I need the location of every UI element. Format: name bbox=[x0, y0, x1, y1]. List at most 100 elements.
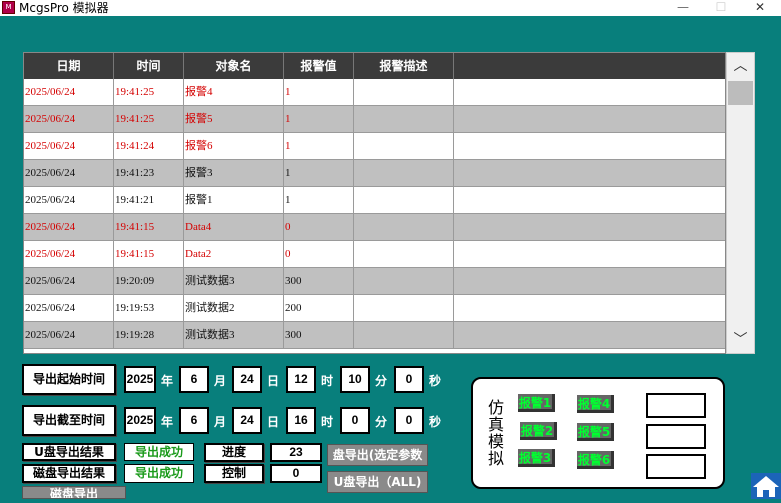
scroll-down-icon[interactable]: ﹀ bbox=[727, 329, 754, 351]
close-button[interactable]: ✕ bbox=[745, 0, 775, 16]
table-row[interactable]: 2025/06/24 19:41:15 Data4 0 bbox=[24, 214, 725, 241]
cell-value: 1 bbox=[284, 133, 354, 159]
table-row[interactable]: 2025/06/24 19:41:24 报警6 1 bbox=[24, 133, 725, 160]
cell-empty bbox=[454, 133, 725, 159]
cell-date: 2025/06/24 bbox=[24, 187, 114, 213]
cell-desc bbox=[354, 79, 454, 105]
table-row[interactable]: 2025/06/24 19:20:09 测试数据3 300 bbox=[24, 268, 725, 295]
end-second-field[interactable]: 0 bbox=[394, 407, 424, 434]
cell-date: 2025/06/24 bbox=[24, 295, 114, 321]
progress-label: 进度 bbox=[204, 443, 264, 462]
control-label: 控制 bbox=[204, 464, 264, 483]
cell-desc bbox=[354, 160, 454, 186]
cell-time: 19:19:53 bbox=[114, 295, 184, 321]
end-minute-field[interactable]: 0 bbox=[340, 407, 370, 434]
end-minute-unit: 分 bbox=[375, 415, 388, 429]
cell-value: 1 bbox=[284, 160, 354, 186]
col-desc: 报警描述 bbox=[354, 53, 454, 79]
end-day-field[interactable]: 24 bbox=[232, 407, 262, 434]
scroll-up-icon[interactable]: ︿ bbox=[727, 55, 754, 77]
start-day-field[interactable]: 24 bbox=[232, 366, 262, 393]
start-month-unit: 月 bbox=[214, 374, 227, 388]
cell-empty bbox=[454, 241, 725, 267]
cell-desc bbox=[354, 295, 454, 321]
cell-name: 测试数据3 bbox=[184, 322, 284, 348]
disk-export-button[interactable]: 磁盘导出 bbox=[22, 486, 126, 499]
scroll-thumb[interactable] bbox=[728, 81, 753, 105]
start-hour-field[interactable]: 12 bbox=[286, 366, 316, 393]
cell-value: 0 bbox=[284, 214, 354, 240]
u-export-selected-button[interactable]: 盘导出(选定参数 bbox=[327, 444, 428, 466]
end-year-field[interactable]: 2025 bbox=[124, 407, 156, 434]
end-month-field[interactable]: 6 bbox=[179, 407, 209, 434]
u-export-result-label: U盘导出结果 bbox=[22, 443, 116, 461]
cell-time: 19:41:21 bbox=[114, 187, 184, 213]
cell-empty bbox=[454, 79, 725, 105]
end-hour-field[interactable]: 16 bbox=[286, 407, 316, 434]
cell-date: 2025/06/24 bbox=[24, 79, 114, 105]
table-row[interactable]: 2025/06/24 19:19:53 测试数据2 200 bbox=[24, 295, 725, 322]
cell-desc bbox=[354, 268, 454, 294]
table-scrollbar[interactable]: ︿ ﹀ bbox=[726, 52, 755, 354]
table-row[interactable]: 2025/06/24 19:41:21 报警1 1 bbox=[24, 187, 725, 214]
cell-date: 2025/06/24 bbox=[24, 241, 114, 267]
cell-empty bbox=[454, 187, 725, 213]
cell-time: 19:41:15 bbox=[114, 241, 184, 267]
start-second-field[interactable]: 0 bbox=[394, 366, 424, 393]
alarm-table[interactable]: 日期 时间 对象名 报警值 报警描述 2025/06/24 19:41:25 报警4… bbox=[23, 52, 726, 354]
table-row[interactable]: 2025/06/24 19:41:25 报警5 1 bbox=[24, 106, 725, 133]
progress-value: 23 bbox=[270, 443, 322, 462]
start-year-field[interactable]: 2025 bbox=[124, 366, 156, 393]
cell-value: 0 bbox=[284, 241, 354, 267]
start-minute-unit: 分 bbox=[375, 374, 388, 388]
col-value: 报警值 bbox=[284, 53, 354, 79]
disk-export-result-label: 磁盘导出结果 bbox=[22, 464, 116, 483]
alarm1-sim-button[interactable]: 报警1 bbox=[518, 394, 555, 412]
u-export-result-value: 导出成功 bbox=[124, 443, 194, 461]
export-start-time-button[interactable]: 导出起始时间 bbox=[22, 364, 116, 395]
app-icon: M bbox=[2, 1, 15, 14]
cell-date: 2025/06/24 bbox=[24, 106, 114, 132]
alarm2-sim-button[interactable]: 报警2 bbox=[520, 422, 557, 440]
table-row[interactable]: 2025/06/24 19:19:28 测试数据3 300 bbox=[24, 322, 725, 349]
control-value[interactable]: 0 bbox=[270, 464, 322, 483]
cell-time: 19:19:28 bbox=[114, 322, 184, 348]
col-date: 日期 bbox=[24, 53, 114, 79]
end-year-unit: 年 bbox=[161, 415, 174, 429]
cell-name: Data4 bbox=[184, 214, 284, 240]
alarm4-sim-button[interactable]: 报警4 bbox=[577, 395, 614, 413]
end-hour-unit: 时 bbox=[321, 415, 334, 429]
start-minute-field[interactable]: 10 bbox=[340, 366, 370, 393]
alarm5-sim-button[interactable]: 报警5 bbox=[577, 423, 614, 441]
home-icon bbox=[753, 476, 779, 497]
cell-time: 19:41:24 bbox=[114, 133, 184, 159]
cell-name: 测试数据2 bbox=[184, 295, 284, 321]
cell-time: 19:41:23 bbox=[114, 160, 184, 186]
table-row[interactable]: 2025/06/24 19:41:23 报警3 1 bbox=[24, 160, 725, 187]
cell-desc bbox=[354, 241, 454, 267]
export-end-time-button[interactable]: 导出截至时间 bbox=[22, 405, 116, 436]
cell-desc bbox=[354, 322, 454, 348]
start-month-field[interactable]: 6 bbox=[179, 366, 209, 393]
cell-value: 1 bbox=[284, 79, 354, 105]
cell-name: 测试数据3 bbox=[184, 268, 284, 294]
u-export-all-button[interactable]: U盘导出（ALL) bbox=[327, 471, 428, 493]
maximize-button[interactable]: ☐ bbox=[706, 0, 736, 16]
cell-value: 300 bbox=[284, 268, 354, 294]
home-button[interactable] bbox=[751, 473, 781, 499]
alarm3-sim-button[interactable]: 报警3 bbox=[518, 449, 555, 467]
col-object: 对象名 bbox=[184, 53, 284, 79]
sim-indicator-2 bbox=[646, 424, 706, 449]
alarm6-sim-button[interactable]: 报警6 bbox=[577, 451, 614, 469]
cell-empty bbox=[454, 214, 725, 240]
window-title: McgsPro 模拟器 bbox=[19, 1, 109, 15]
table-row[interactable]: 2025/06/24 19:41:25 报警4 1 bbox=[24, 79, 725, 106]
minimize-button[interactable]: — bbox=[668, 0, 698, 16]
table-row[interactable]: 2025/06/24 19:41:15 Data2 0 bbox=[24, 241, 725, 268]
cell-empty bbox=[454, 268, 725, 294]
cell-time: 19:41:25 bbox=[114, 79, 184, 105]
cell-desc bbox=[354, 133, 454, 159]
cell-date: 2025/06/24 bbox=[24, 160, 114, 186]
cell-name: 报警6 bbox=[184, 133, 284, 159]
cell-date: 2025/06/24 bbox=[24, 322, 114, 348]
